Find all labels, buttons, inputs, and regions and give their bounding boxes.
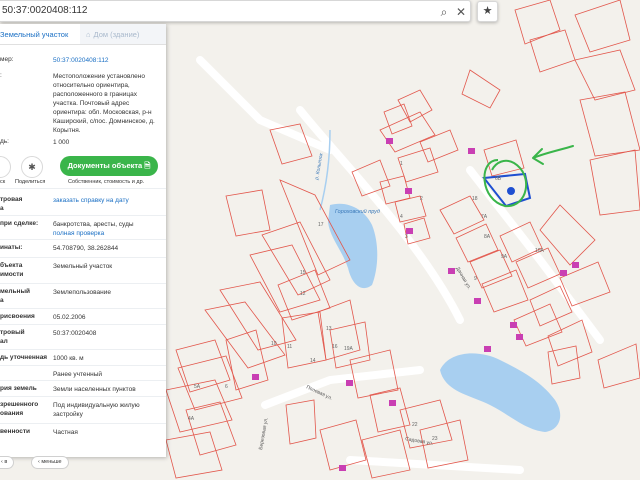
parcel-number-label: 19А bbox=[344, 346, 354, 352]
search-input[interactable]: 50:37:0020408:112 bbox=[2, 5, 87, 16]
share-icon: ✱ bbox=[28, 162, 36, 172]
parcel-number-label: 16 bbox=[332, 344, 338, 350]
building-marker bbox=[516, 334, 523, 340]
close-icon[interactable]: ✕ bbox=[453, 4, 469, 20]
parcel-number-label: 10А bbox=[535, 248, 545, 254]
divider bbox=[0, 396, 166, 397]
parcel-number-label: 4 bbox=[400, 214, 403, 220]
parcel-number-label: 15 bbox=[300, 270, 306, 276]
building-marker bbox=[339, 465, 346, 471]
building-marker bbox=[346, 380, 353, 386]
address-value: Местоположение установлено относительно … bbox=[53, 73, 155, 134]
object-tabs: Земельный участок ⌂ Дом (здание) bbox=[0, 24, 166, 45]
building-marker bbox=[389, 400, 396, 406]
building-marker bbox=[560, 270, 567, 276]
document-icon: 🗎 bbox=[144, 161, 151, 170]
building-marker bbox=[448, 268, 455, 274]
parcel-number-label: 9 bbox=[474, 276, 477, 282]
tab-house[interactable]: ⌂ Дом (здание) bbox=[80, 24, 166, 44]
search-bar[interactable]: 50:37:0020408:112 ⌕ ✕ bbox=[0, 0, 471, 22]
parcel-number-label: 9А bbox=[501, 254, 508, 260]
divider bbox=[0, 283, 166, 284]
share-button[interactable]: ✱ bbox=[21, 156, 43, 178]
parcel-number-label: 22 bbox=[412, 422, 418, 428]
parcel-number-label: 18 bbox=[472, 196, 478, 202]
divider bbox=[0, 215, 166, 216]
divider bbox=[0, 188, 166, 189]
parcel-number-label: 14 bbox=[310, 358, 316, 364]
parcel-number-label: 11 bbox=[287, 344, 292, 350]
divider bbox=[0, 380, 166, 381]
divider bbox=[0, 423, 166, 424]
parcel-number-label: 12 bbox=[300, 291, 306, 297]
divider bbox=[0, 365, 166, 366]
parcel-number-label: 13 bbox=[326, 326, 332, 332]
parcel-number-label: 4А bbox=[188, 416, 195, 422]
divider bbox=[0, 324, 166, 325]
bookmark-button[interactable] bbox=[0, 156, 11, 178]
search-icon[interactable]: ⌕ bbox=[436, 4, 452, 20]
parcel-marker-icon[interactable] bbox=[507, 187, 515, 195]
parcel-number-label: 7А bbox=[481, 214, 488, 220]
divider bbox=[0, 257, 166, 258]
building-marker bbox=[252, 374, 259, 380]
parcel-number-label: 6Б bbox=[495, 176, 502, 182]
parcel-number-label: 6 bbox=[225, 384, 228, 390]
tab-land-plot[interactable]: Земельный участок bbox=[0, 24, 80, 44]
parcel-number-label: 10 bbox=[271, 341, 277, 347]
divider bbox=[0, 239, 166, 240]
building-marker bbox=[484, 346, 491, 352]
divider bbox=[0, 349, 166, 350]
less-button[interactable]: ‹ меньше bbox=[31, 456, 69, 469]
parcel-number-label: 2 bbox=[420, 196, 423, 202]
building-marker bbox=[386, 138, 393, 144]
cad-number-value[interactable]: 50:37:0020408:112 bbox=[53, 56, 163, 65]
parcel-number-label: 8А bbox=[484, 234, 491, 240]
parcel-number-label: 5А bbox=[194, 384, 201, 390]
building-marker bbox=[510, 322, 517, 328]
building-marker bbox=[468, 148, 475, 154]
star-icon[interactable]: ★ bbox=[477, 1, 498, 22]
pond-label: Гороховский пруд bbox=[335, 208, 380, 215]
parcel-number-label: 3 bbox=[405, 234, 408, 240]
documents-button[interactable]: Документы объекта 🗎 bbox=[60, 156, 158, 176]
building-marker bbox=[474, 298, 481, 304]
house-icon: ⌂ bbox=[86, 30, 91, 39]
parcel-number-label: 1 bbox=[400, 161, 403, 167]
building-marker bbox=[405, 188, 412, 194]
parcel-number-label: 17 bbox=[318, 222, 324, 228]
building-marker bbox=[572, 262, 579, 268]
parcel-number-label: 23 bbox=[432, 436, 438, 442]
object-info-panel: Земельный участок ⌂ Дом (здание) мер: 50:… bbox=[0, 24, 166, 457]
divider bbox=[0, 308, 166, 309]
back-button[interactable]: ‹ в bbox=[0, 456, 15, 469]
